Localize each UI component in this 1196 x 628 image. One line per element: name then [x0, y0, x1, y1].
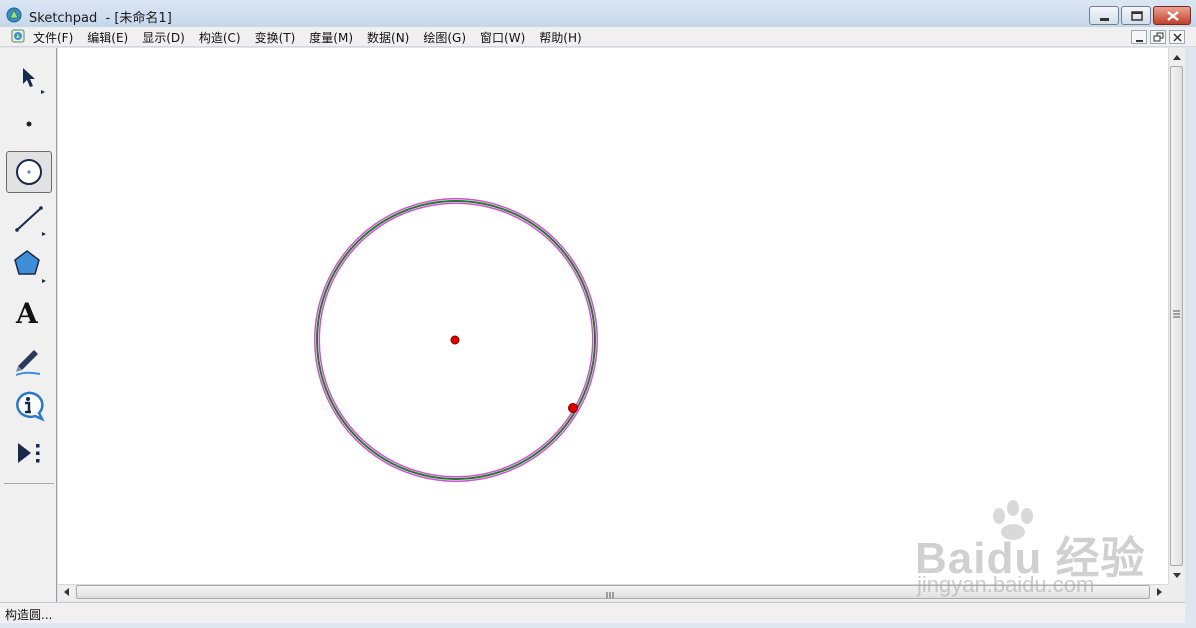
toolbox-divider: [4, 483, 54, 484]
status-text: 构造圆...: [5, 608, 53, 622]
menu-help[interactable]: 帮助(H): [539, 29, 581, 46]
scroll-left-arrow-icon[interactable]: [61, 586, 73, 598]
doc-minimize-button[interactable]: [1131, 30, 1147, 44]
minimize-icon: [1136, 40, 1143, 42]
play-menu-icon: [18, 443, 40, 463]
scroll-down-arrow-icon[interactable]: [1171, 569, 1183, 581]
watermark-url: jingyan.baidu.com: [917, 572, 1095, 597]
scroll-up-arrow-icon[interactable]: [1171, 52, 1183, 64]
menu-window[interactable]: 窗口(W): [480, 29, 525, 46]
sketchpad-app-icon[interactable]: [6, 7, 22, 23]
point-tool[interactable]: [6, 103, 52, 145]
point-icon: [26, 121, 32, 127]
menu-graph[interactable]: 绘图(G): [423, 29, 466, 46]
menu-measure[interactable]: 度量(M): [309, 29, 353, 46]
scroll-corner: [1168, 584, 1185, 601]
status-bar: 构造圆...: [0, 602, 1185, 623]
straightedge-tool[interactable]: [6, 198, 52, 240]
title-bar: Sketchpad - [未命名1]: [0, 0, 1196, 30]
svg-text:A: A: [15, 297, 39, 330]
line-segment-icon: [15, 206, 46, 236]
arrow-cursor-icon: [23, 68, 45, 94]
pen-icon: [15, 350, 41, 376]
marker-tool[interactable]: [6, 338, 52, 380]
baidu-watermark: Baidu 经验 jingyan.baidu.com: [915, 500, 1144, 600]
menu-items: 文件(F) 编辑(E) 显示(D) 构造(C) 变换(T) 度量(M) 数据(N…: [33, 29, 596, 46]
radius-point[interactable]: [568, 403, 578, 413]
document-icon[interactable]: [11, 29, 25, 43]
minimize-button[interactable]: [1089, 6, 1119, 25]
toolbox: A: [0, 48, 57, 602]
menu-data[interactable]: 数据(N): [367, 29, 409, 46]
center-point[interactable]: [450, 335, 460, 345]
custom-tool[interactable]: [6, 432, 52, 474]
text-a-icon: A: [15, 297, 39, 330]
menu-bar: 文件(F) 编辑(E) 显示(D) 构造(C) 变换(T) 度量(M) 数据(N…: [0, 27, 1196, 47]
selection-arrow-tool[interactable]: [6, 56, 52, 98]
menu-display[interactable]: 显示(D): [142, 29, 185, 46]
maximize-icon: [1131, 11, 1143, 21]
compass-tool[interactable]: [6, 151, 52, 193]
menu-transform[interactable]: 变换(T): [255, 29, 296, 46]
minimize-icon: [1100, 18, 1109, 21]
pentagon-icon: [14, 250, 46, 283]
menu-file[interactable]: 文件(F): [33, 29, 73, 46]
info-icon: [16, 391, 45, 422]
menu-construct[interactable]: 构造(C): [199, 29, 241, 46]
doc-close-button[interactable]: [1169, 30, 1185, 44]
text-tool[interactable]: A: [6, 292, 52, 334]
restore-icon: [1153, 32, 1164, 42]
doc-restore-button[interactable]: [1150, 30, 1166, 44]
close-icon: [1173, 33, 1182, 42]
menu-edit[interactable]: 编辑(E): [87, 29, 128, 46]
window-title: Sketchpad - [未命名1]: [29, 11, 172, 26]
scroll-right-arrow-icon[interactable]: [1153, 586, 1165, 598]
information-tool[interactable]: [6, 385, 52, 427]
vertical-scroll-thumb[interactable]: [1170, 66, 1183, 566]
close-button[interactable]: [1153, 6, 1191, 25]
polygon-tool[interactable]: [6, 245, 52, 287]
maximize-button[interactable]: [1121, 6, 1151, 25]
window-frame-right: [1185, 48, 1196, 628]
grip-icon: [1173, 310, 1180, 318]
circle-icon: [16, 159, 42, 185]
close-icon: [1167, 11, 1179, 21]
